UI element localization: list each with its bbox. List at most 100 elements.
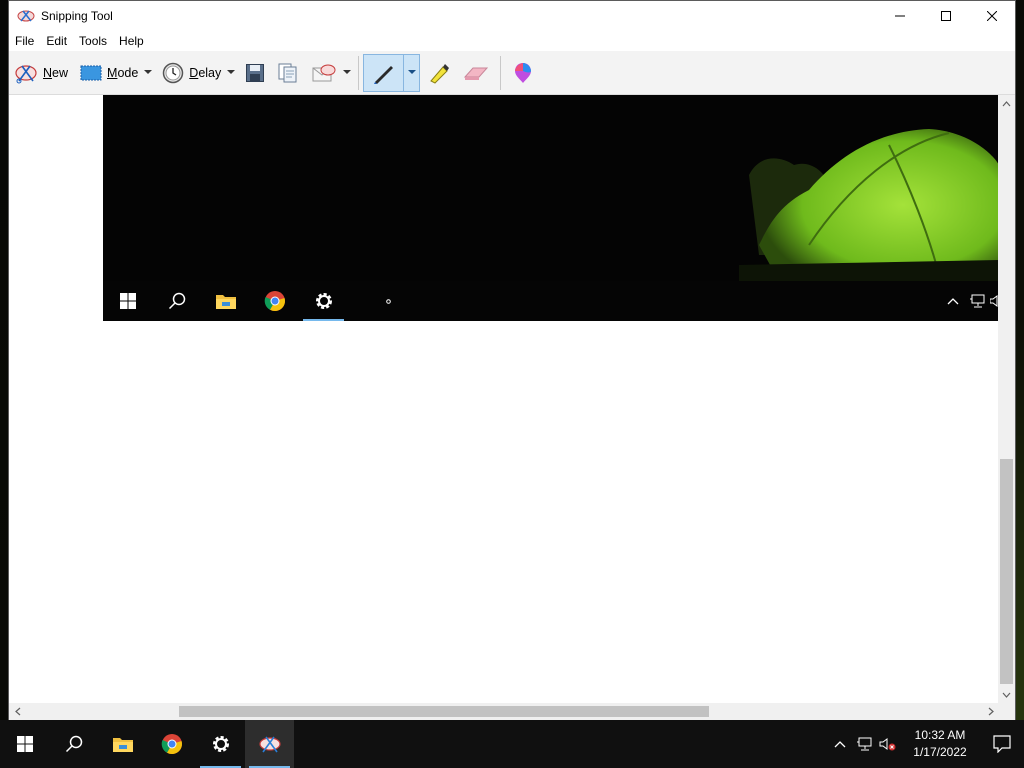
clock-icon: [163, 62, 184, 83]
clock-date: 1/17/2022: [913, 745, 967, 759]
toolbar: New Mode Delay: [9, 51, 1015, 95]
captured-snip-image: [103, 95, 999, 321]
network-icon: [970, 294, 985, 308]
tent-image: [739, 129, 999, 281]
toolbar-separator: [500, 55, 502, 90]
chevron-down-icon: [227, 70, 236, 74]
save-button[interactable]: [242, 55, 268, 91]
chevron-down-icon: [144, 70, 153, 74]
minimize-button[interactable]: [877, 1, 923, 31]
snipping-tool-icon: [17, 10, 35, 22]
delay-label: Delay: [189, 65, 222, 80]
menu-file[interactable]: File: [15, 34, 42, 48]
pen-tool-group: [363, 53, 421, 92]
snipping-tool-taskbar-button[interactable]: [245, 720, 294, 768]
clock[interactable]: 10:32 AM 1/17/2022: [904, 727, 976, 761]
chevron-left-icon: [14, 707, 20, 716]
highlighter-button[interactable]: [424, 55, 454, 91]
search-icon: [65, 735, 82, 753]
mode-dropdown-button[interactable]: [141, 55, 155, 91]
chrome-icon: [161, 734, 182, 755]
send-icon: [312, 64, 336, 81]
vertical-scrollbar[interactable]: [998, 95, 1015, 703]
eraser-button[interactable]: [460, 55, 492, 91]
network-icon: [857, 737, 872, 751]
new-snip-icon: [15, 64, 37, 83]
snip-running-dot: [364, 281, 413, 321]
volume-icon: [990, 295, 998, 307]
highlighter-icon: [430, 63, 450, 84]
network-button[interactable]: [852, 720, 876, 768]
snip-network: [965, 294, 989, 308]
scroll-up-button[interactable]: [998, 95, 1015, 112]
vertical-scroll-thumb[interactable]: [1000, 459, 1013, 684]
chevron-down-icon: [343, 70, 352, 74]
pen-dropdown-button[interactable]: [404, 55, 419, 91]
volume-button[interactable]: [876, 720, 900, 768]
horizontal-scrollbar[interactable]: [9, 703, 999, 720]
mode-button[interactable]: Mode: [77, 55, 141, 91]
chrome-button[interactable]: [147, 720, 196, 768]
delay-button[interactable]: Delay: [159, 55, 224, 91]
title-bar[interactable]: Snipping Tool: [9, 1, 1015, 31]
close-icon: [987, 11, 997, 21]
delay-dropdown-button[interactable]: [224, 55, 238, 91]
scroll-down-button[interactable]: [998, 686, 1015, 703]
copy-icon: [278, 63, 297, 82]
active-indicator: [303, 319, 344, 321]
horizontal-scroll-thumb[interactable]: [179, 706, 709, 717]
new-label: New: [43, 65, 69, 80]
search-icon: [168, 292, 185, 310]
toolbar-separator: [358, 55, 360, 90]
scroll-right-button[interactable]: [982, 703, 999, 720]
paint3d-button[interactable]: [509, 55, 537, 91]
start-icon: [119, 293, 136, 309]
mode-icon: [80, 65, 102, 80]
taskbar: 10:32 AM 1/17/2022: [0, 720, 1024, 768]
snip-system-tray: [941, 281, 999, 321]
settings-icon: [315, 293, 332, 309]
snipping-tool-window: Snipping Tool File Edit Tools Help New M…: [8, 0, 1016, 720]
start-button[interactable]: [0, 720, 49, 768]
file-explorer-button[interactable]: [98, 720, 147, 768]
settings-button[interactable]: [196, 720, 245, 768]
maximize-button[interactable]: [923, 1, 969, 31]
snip-settings-button: [299, 281, 348, 321]
maximize-icon: [941, 11, 951, 21]
file-explorer-icon: [112, 738, 133, 752]
paint3d-icon: [515, 62, 532, 83]
new-button[interactable]: New: [11, 55, 71, 91]
eraser-icon: [464, 67, 489, 80]
menu-help[interactable]: Help: [119, 34, 152, 48]
menu-bar: File Edit Tools Help: [9, 31, 1015, 51]
chevron-up-icon: [834, 741, 846, 748]
chevron-up-icon: [1002, 100, 1011, 106]
snip-chrome-button: [250, 281, 299, 321]
minimize-icon: [895, 15, 905, 17]
pen-button[interactable]: [364, 54, 405, 91]
system-tray: 10:32 AM 1/17/2022: [828, 720, 1024, 768]
clock-time: 10:32 AM: [914, 728, 966, 742]
scroll-left-button[interactable]: [9, 703, 26, 720]
menu-edit[interactable]: Edit: [46, 34, 75, 48]
copy-button[interactable]: [274, 55, 302, 91]
search-button[interactable]: [49, 720, 98, 768]
snip-chevron-up: [941, 297, 965, 305]
window-title: Snipping Tool: [41, 9, 113, 23]
close-button[interactable]: [969, 1, 1015, 31]
chevron-down-icon: [1002, 692, 1011, 698]
mode-label: Mode: [107, 65, 139, 80]
send-snip-button[interactable]: [308, 55, 340, 91]
pen-icon: [373, 65, 393, 84]
scrollbar-corner: [998, 703, 1015, 720]
menu-tools[interactable]: Tools: [79, 34, 115, 48]
chevron-right-icon: [988, 707, 994, 716]
send-dropdown-button[interactable]: [340, 55, 354, 91]
snip-taskbar: [103, 281, 999, 321]
small-circle-icon: [386, 298, 391, 304]
chevron-down-icon: [407, 70, 416, 74]
snip-canvas[interactable]: [9, 95, 999, 703]
action-center-button[interactable]: [980, 720, 1024, 768]
show-hidden-icons-button[interactable]: [828, 720, 852, 768]
volume-muted-icon: [879, 738, 896, 751]
